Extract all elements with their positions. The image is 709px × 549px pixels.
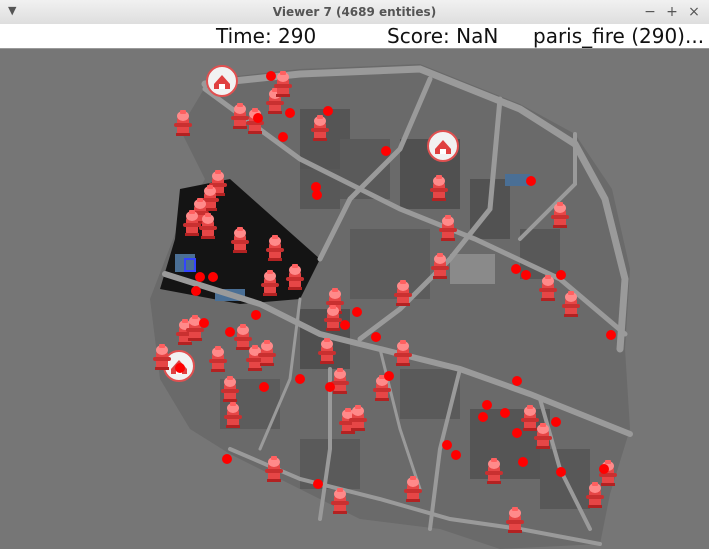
minimize-button[interactable]: − (641, 3, 659, 21)
fire-station-icon[interactable] (206, 65, 238, 97)
city-map[interactable] (0, 49, 709, 549)
close-button[interactable]: × (685, 3, 703, 21)
maximize-button[interactable]: + (663, 3, 681, 21)
viewer-window: ▼ Viewer 7 (4689 entities) − + × Time: 2… (0, 0, 709, 549)
score-readout: Score: NaN (387, 24, 499, 48)
fire-station-icon[interactable] (427, 130, 459, 162)
status-bar: Time: 290 Score: NaN paris_fire (290)... (0, 24, 709, 49)
window-title: Viewer 7 (4689 entities) (272, 5, 437, 19)
time-readout: Time: 290 (216, 24, 317, 48)
title-bar[interactable]: ▼ Viewer 7 (4689 entities) − + × (0, 0, 709, 25)
scenario-readout: paris_fire (290)... (533, 24, 705, 48)
